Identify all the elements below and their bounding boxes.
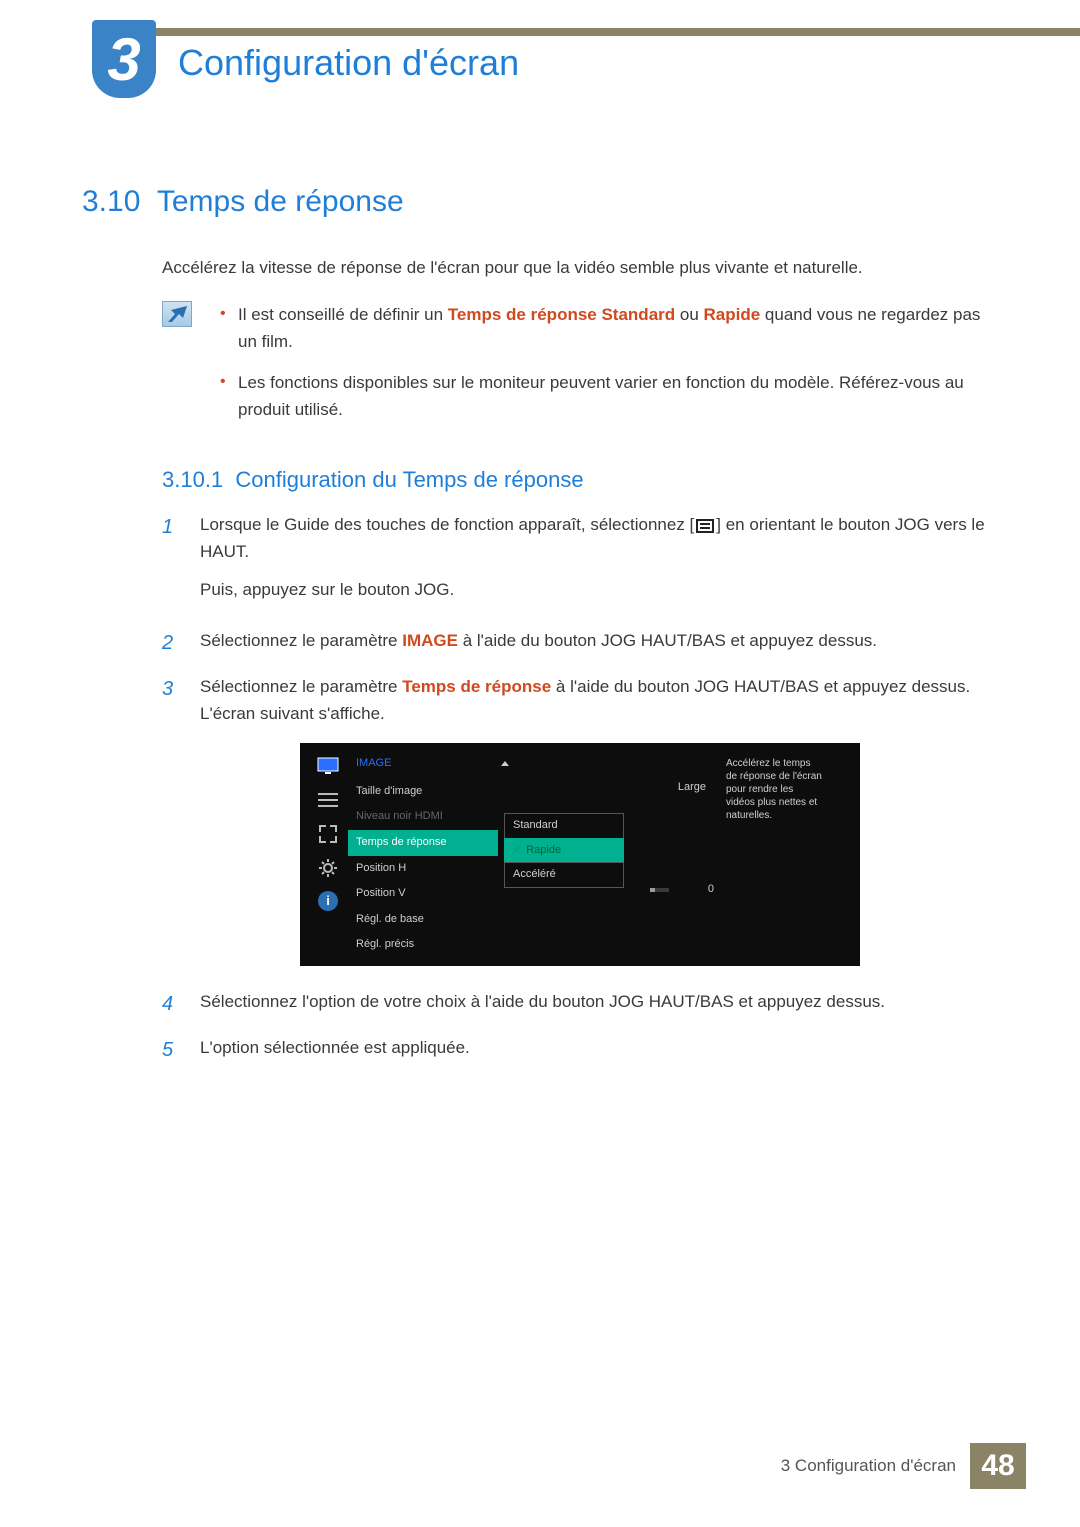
chapter-title: Configuration d'écran bbox=[178, 42, 519, 84]
osd-slider bbox=[650, 888, 669, 892]
info-icon: i bbox=[318, 891, 338, 911]
osd-row-niveau: Niveau noir HDMI bbox=[348, 804, 498, 830]
note-item-1: Il est conseillé de définir un Temps de … bbox=[214, 301, 998, 355]
step-number: 5 bbox=[162, 1034, 186, 1066]
osd-precis-value: 0 bbox=[694, 881, 714, 899]
osd-value-large: Large bbox=[630, 775, 714, 801]
osd-option-standard: Standard bbox=[504, 813, 624, 839]
step-1: 1 Lorsque le Guide des touches de foncti… bbox=[162, 511, 998, 613]
footer-label: 3 Configuration d'écran bbox=[781, 1443, 970, 1489]
osd-menu: IMAGE Taille d'image Niveau noir HDMI Te… bbox=[348, 751, 498, 958]
step-4: 4 Sélectionnez l'option de votre choix à… bbox=[162, 988, 998, 1020]
highlight-temps: Temps de réponse bbox=[402, 677, 551, 696]
osd-sidebar: i bbox=[308, 751, 348, 958]
osd-row-posv: Position V bbox=[348, 881, 498, 907]
step-number: 4 bbox=[162, 988, 186, 1020]
resize-icon bbox=[316, 823, 340, 845]
osd-main: IMAGE Taille d'image Niveau noir HDMI Te… bbox=[348, 751, 852, 958]
subsection-heading: 3.10.1 Configuration du Temps de réponse bbox=[162, 467, 998, 493]
section-heading: 3.10 Temps de réponse bbox=[82, 185, 998, 219]
note-block: Il est conseillé de définir un Temps de … bbox=[162, 301, 998, 438]
page-content: 3.10 Temps de réponse Accélérez la vites… bbox=[82, 185, 998, 1080]
step-number: 2 bbox=[162, 627, 186, 659]
subsection-title: Configuration du Temps de réponse bbox=[235, 467, 583, 492]
note-icon bbox=[162, 301, 192, 327]
step-2: 2 Sélectionnez le paramètre IMAGE à l'ai… bbox=[162, 627, 998, 659]
osd-row-precis: Régl. précis bbox=[348, 932, 498, 958]
osd-row-temps: Temps de réponse bbox=[348, 830, 498, 856]
menu-icon bbox=[696, 519, 714, 533]
note-list: Il est conseillé de définir un Temps de … bbox=[214, 301, 998, 438]
osd-row-taille: Taille d'image bbox=[348, 779, 498, 805]
osd-slider-row: 0 bbox=[630, 881, 714, 899]
highlight-rapide: Rapide bbox=[704, 305, 761, 324]
osd-row-posh: Position H bbox=[348, 856, 498, 882]
osd-row-base: Régl. de base bbox=[348, 907, 498, 933]
osd-option-accelere: Accéléré bbox=[504, 862, 624, 888]
gear-icon bbox=[316, 857, 340, 879]
section-intro: Accélérez la vitesse de réponse de l'écr… bbox=[162, 255, 998, 281]
section-number: 3.10 bbox=[82, 185, 140, 219]
highlight-standard: Temps de réponse Standard bbox=[448, 305, 675, 324]
osd-submenu: Standard ✔Rapide Accéléré bbox=[504, 751, 624, 958]
osd-category: IMAGE bbox=[348, 751, 498, 779]
section-title: Temps de réponse bbox=[157, 185, 404, 219]
step-3: 3 Sélectionnez le paramètre Temps de rép… bbox=[162, 673, 998, 727]
highlight-image: IMAGE bbox=[402, 631, 458, 650]
osd-values: Large 0 bbox=[630, 751, 714, 958]
osd-option-rapide: ✔Rapide bbox=[504, 838, 624, 864]
osd-screenshot: i IMAGE Taille d'image Niveau noir HDMI … bbox=[300, 743, 860, 966]
list-icon bbox=[316, 789, 340, 811]
subsection-number: 3.10.1 bbox=[162, 467, 223, 492]
steps-list: 1 Lorsque le Guide des touches de foncti… bbox=[162, 511, 998, 1066]
page-footer: 3 Configuration d'écran 48 bbox=[0, 1443, 1080, 1489]
step-number: 3 bbox=[162, 673, 186, 727]
step-number: 1 bbox=[162, 511, 186, 613]
monitor-icon bbox=[316, 755, 340, 777]
chapter-badge: 3 bbox=[92, 20, 156, 98]
note-item-2: Les fonctions disponibles sur le moniteu… bbox=[214, 369, 998, 423]
top-accent-bar bbox=[150, 28, 1080, 36]
chapter-number: 3 bbox=[107, 25, 140, 94]
check-icon: ✔ bbox=[513, 842, 522, 860]
step-5: 5 L'option sélectionnée est appliquée. bbox=[162, 1034, 998, 1066]
footer-page-number: 48 bbox=[970, 1443, 1026, 1489]
osd-description: Accélérez le temps de réponse de l'écran… bbox=[720, 751, 830, 958]
